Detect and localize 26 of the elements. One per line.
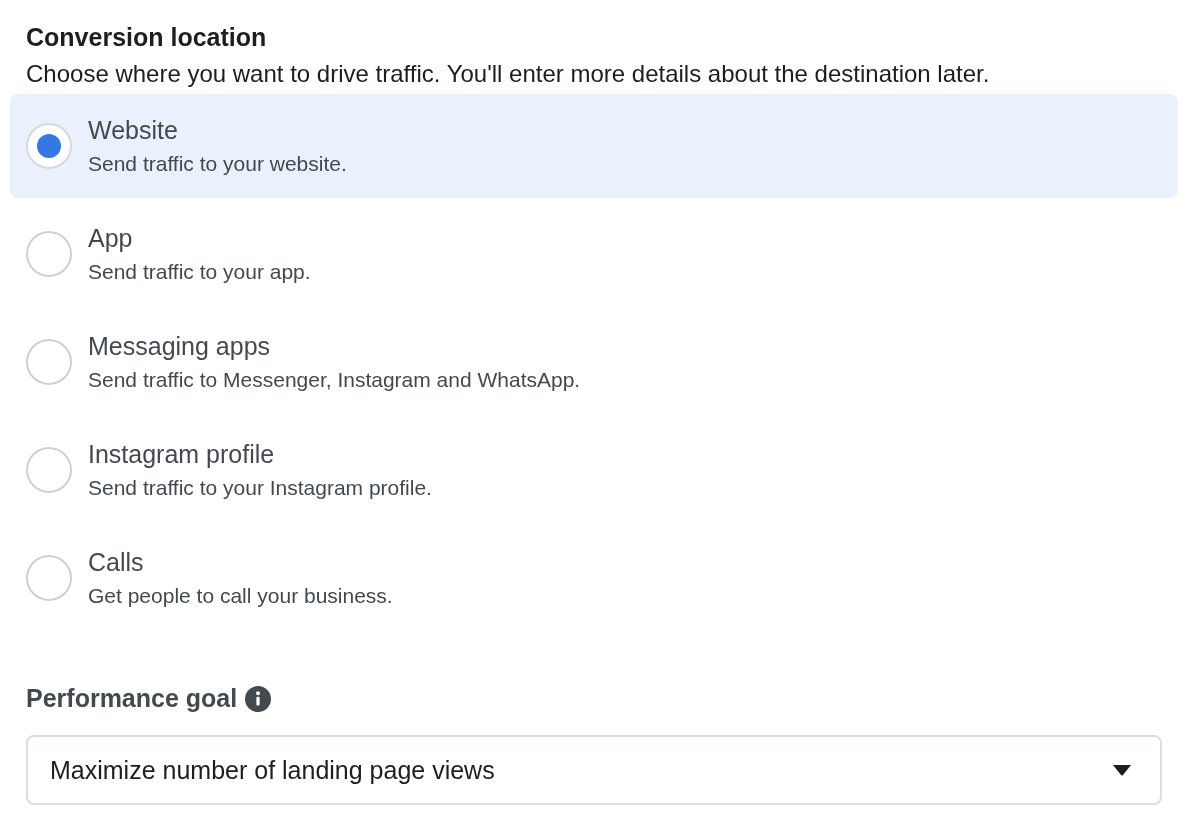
- section-description: Choose where you want to drive traffic. You'll enter more details about the destination later.: [25, 59, 991, 89]
- destination-option[interactable]: Website Send traffic to your website.: [10, 94, 1178, 198]
- radio-button[interactable]: [26, 231, 72, 277]
- radio-button[interactable]: [26, 447, 72, 493]
- destination-option[interactable]: Calls Get people to call your business.: [10, 526, 1178, 630]
- option-description: Get people to call your business.: [88, 583, 393, 609]
- radio-button[interactable]: [26, 339, 72, 385]
- destination-option[interactable]: Messaging apps Send traffic to Messenger, Instagram and WhatsApp.: [10, 310, 1178, 414]
- destination-option[interactable]: Instagram profile Send traffic to your Instagram profile.: [10, 418, 1178, 522]
- info-icon[interactable]: [245, 685, 272, 712]
- option-description: Send traffic to your Instagram profile.: [88, 475, 432, 501]
- option-description: Send traffic to your website.: [88, 151, 347, 177]
- goal-title: Performance goal: [26, 684, 238, 713]
- option-label: Calls: [88, 547, 145, 577]
- goal-dropdown[interactable]: Maximize number of landing page views: [26, 735, 1162, 805]
- radio-button[interactable]: [26, 555, 72, 601]
- option-label: Messaging apps: [88, 331, 272, 361]
- caret-icon: [1112, 764, 1132, 776]
- option-label: Instagram profile: [88, 439, 276, 469]
- option-label: Website: [88, 115, 179, 145]
- option-description: Send traffic to your app.: [88, 259, 311, 285]
- option-description: Send traffic to Messenger, Instagram and WhatsApp.: [88, 367, 581, 393]
- radio-button[interactable]: [26, 123, 72, 169]
- section-title: Conversion location: [25, 22, 268, 53]
- option-label: App: [88, 223, 134, 253]
- destination-option[interactable]: App Send traffic to your app.: [10, 202, 1178, 306]
